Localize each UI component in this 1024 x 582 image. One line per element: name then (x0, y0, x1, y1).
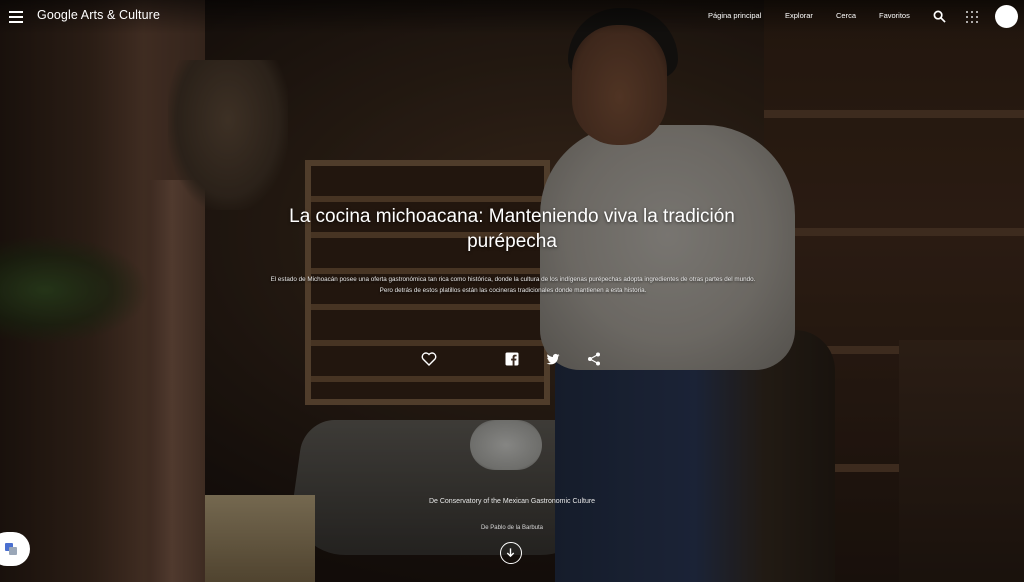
heart-icon[interactable] (420, 350, 438, 368)
facebook-icon[interactable] (503, 350, 521, 368)
menu-icon[interactable] (8, 9, 24, 25)
apps-grid-icon[interactable] (966, 11, 978, 23)
story-description: El estado de Michoacán posee una oferta … (270, 276, 756, 294)
story-title: La cocina michoacana: Manteniendo viva l… (289, 206, 735, 252)
story-credit-organization[interactable]: De Conservatory of the Mexican Gastronom… (262, 498, 762, 505)
nav-nearby[interactable]: Cerca (836, 11, 856, 20)
story-credit-author: De Pablo de la Barbuta (480, 525, 544, 531)
twitter-icon[interactable] (544, 350, 562, 368)
nav-favorites[interactable]: Favoritos (879, 11, 910, 20)
account-avatar[interactable] (995, 5, 1018, 28)
google-arts-culture-logo[interactable]: Google Arts & Culture (37, 8, 160, 22)
top-bar: Google Arts & Culture Página principal E… (0, 0, 1024, 34)
search-icon[interactable] (933, 10, 946, 23)
nav-explore[interactable]: Explorar (785, 11, 813, 20)
arrow-down-icon[interactable] (500, 542, 522, 564)
share-icon[interactable] (585, 350, 603, 368)
nav-home[interactable]: Página principal (708, 11, 761, 20)
